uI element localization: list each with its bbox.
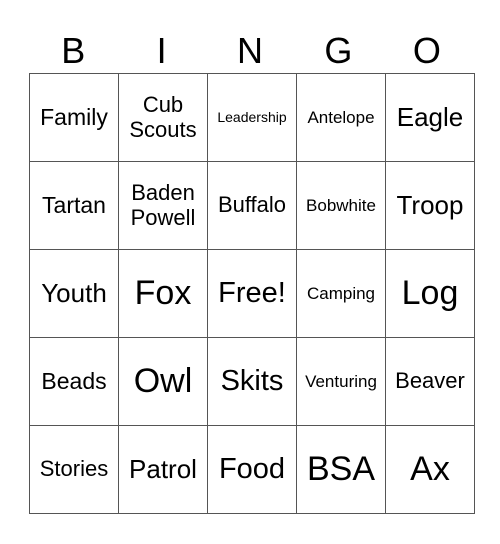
bingo-cell[interactable]: Stories: [29, 425, 119, 514]
bingo-cell[interactable]: Food: [207, 425, 297, 514]
bingo-cell[interactable]: Tartan: [29, 161, 119, 250]
bingo-cell[interactable]: Troop: [385, 161, 475, 250]
card-row: Family Cub Scouts Leadership Antelope Ea…: [29, 73, 475, 162]
bingo-cell[interactable]: BSA: [296, 425, 386, 514]
bingo-cell[interactable]: Venturing: [296, 337, 386, 426]
header-letter: G: [324, 30, 353, 71]
bingo-card: Family Cub Scouts Leadership Antelope Ea…: [29, 73, 475, 514]
header-letter: B: [61, 30, 86, 71]
bingo-cell[interactable]: Buffalo: [207, 161, 297, 250]
bingo-cell[interactable]: Ax: [385, 425, 475, 514]
bingo-cell[interactable]: Beads: [29, 337, 119, 426]
free-space[interactable]: Free!: [207, 249, 297, 338]
bingo-cell[interactable]: Family: [29, 73, 119, 162]
bingo-header: B I N G O: [29, 30, 471, 72]
bingo-cell[interactable]: Eagle: [385, 73, 475, 162]
bingo-cell[interactable]: Camping: [296, 249, 386, 338]
bingo-cell[interactable]: Bobwhite: [296, 161, 386, 250]
card-row: Tartan Baden Powell Buffalo Bobwhite Tro…: [29, 161, 475, 250]
bingo-cell[interactable]: Skits: [207, 337, 297, 426]
bingo-cell[interactable]: Log: [385, 249, 475, 338]
bingo-cell[interactable]: Beaver: [385, 337, 475, 426]
card-row: Youth Fox Free! Camping Log: [29, 249, 475, 338]
bingo-cell[interactable]: Cub Scouts: [118, 73, 208, 162]
bingo-cell[interactable]: Youth: [29, 249, 119, 338]
card-row: Stories Patrol Food BSA Ax: [29, 425, 475, 514]
bingo-cell[interactable]: Baden Powell: [118, 161, 208, 250]
card-row: Beads Owl Skits Venturing Beaver: [29, 337, 475, 426]
bingo-cell[interactable]: Patrol: [118, 425, 208, 514]
bingo-cell[interactable]: Owl: [118, 337, 208, 426]
bingo-cell[interactable]: Fox: [118, 249, 208, 338]
header-letter: N: [237, 30, 264, 71]
header-letter: I: [156, 30, 167, 71]
bingo-cell[interactable]: Leadership: [207, 73, 297, 162]
header-letter: O: [412, 30, 441, 71]
bingo-cell[interactable]: Antelope: [296, 73, 386, 162]
